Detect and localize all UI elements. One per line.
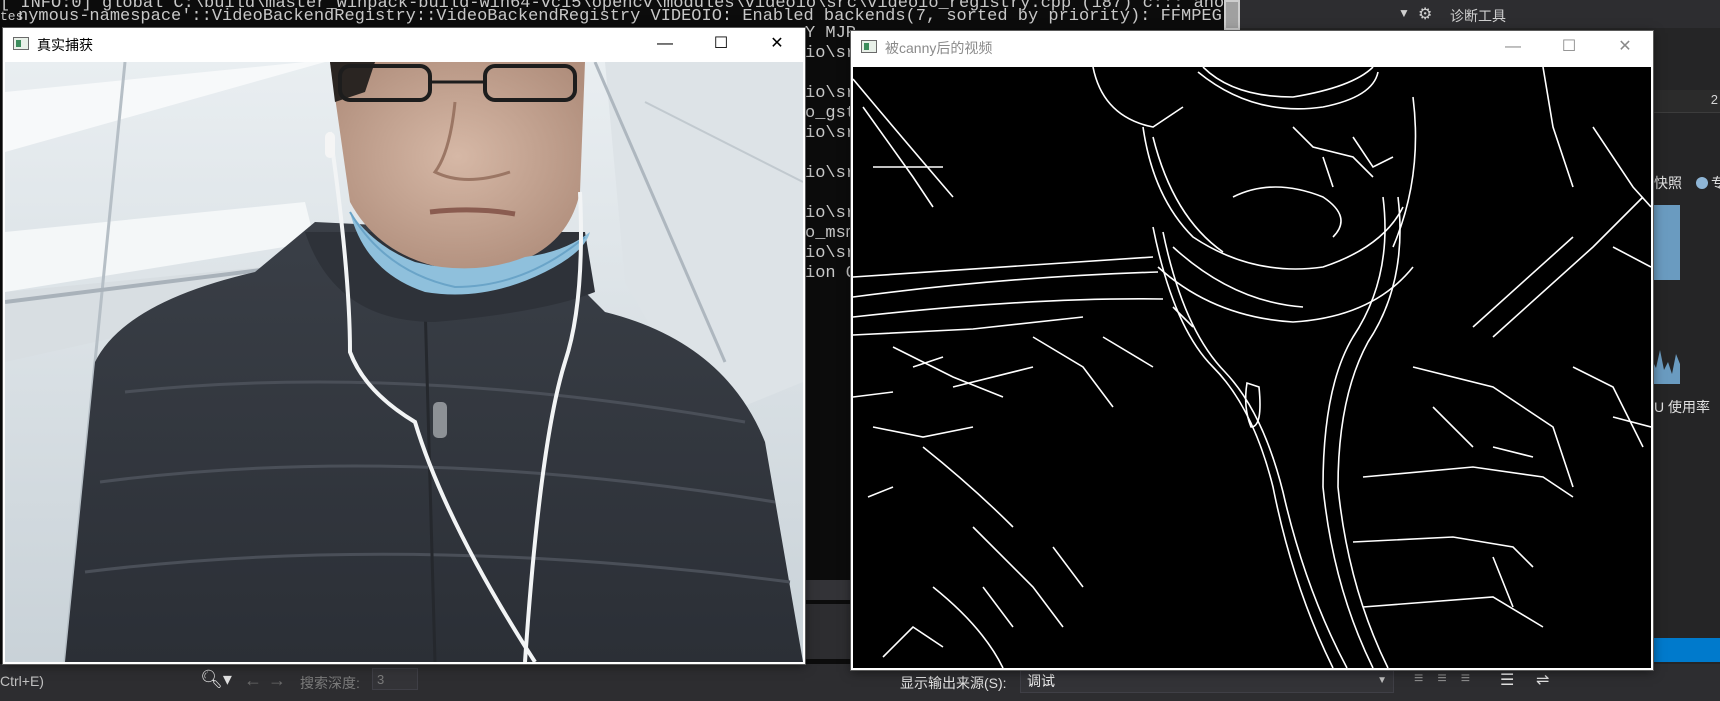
maximize-button[interactable]: ☐ <box>693 28 749 60</box>
memory-legend: 快照 专用 <box>1654 173 1720 193</box>
search-toolbar: Ctrl+E) 🔍︎▾ ←→ 搜索深度: 3 <box>0 664 880 701</box>
camera-frame <box>5 62 803 662</box>
output-source-select[interactable]: 调试 ▼ <box>1020 669 1394 693</box>
nav-arrows: ←→ <box>244 670 292 691</box>
arrow-right-icon[interactable]: → <box>268 670 292 690</box>
cpu-graph <box>1652 350 1680 384</box>
window-titlebar[interactable]: 被canny后的视频 — ☐ ✕ <box>851 31 1653 63</box>
window-title: 真实捕获 <box>37 37 93 53</box>
scrollbar-thumb[interactable] <box>1226 2 1238 28</box>
clear-all-icon[interactable]: ☰ <box>1500 670 1514 690</box>
console-fragment: io\sr <box>805 204 857 223</box>
app-icon <box>861 40 877 53</box>
search-icon[interactable]: 🔍︎▾ <box>200 669 232 690</box>
window-titlebar[interactable]: 真实捕获 — ☐ ✕ <box>3 28 805 60</box>
console-fragment: o_gst <box>805 104 857 123</box>
arrow-left-icon[interactable]: ← <box>244 670 268 690</box>
gear-icon[interactable]: ⚙ <box>1418 4 1432 24</box>
camera-image <box>5 62 803 662</box>
legend-private: 专用 <box>1711 175 1720 191</box>
canny-frame <box>853 67 1651 668</box>
minimize-button[interactable]: — <box>637 28 693 60</box>
timeline-ruler: 2 <box>1654 90 1720 113</box>
console-scrollbar[interactable] <box>1224 0 1240 30</box>
console-fragment: o_msm <box>805 224 857 243</box>
console-fragment: io\sr <box>805 124 857 143</box>
outdent-icon[interactable]: ≡ <box>1461 670 1484 687</box>
console-fragment: io\sr <box>805 84 857 103</box>
word-wrap-icon[interactable]: ⇌ <box>1536 670 1549 690</box>
chevron-down-icon[interactable]: ▼ <box>1398 6 1410 20</box>
console-fragment: Y MJP <box>805 24 857 43</box>
console-fragment: io\sr <box>805 244 857 263</box>
diagnostics-title: 诊断工具 <box>1450 8 1506 24</box>
output-source-value: 调试 <box>1027 673 1055 689</box>
console-line-2: nymous-namespace'::VideoBackendRegistry:… <box>18 7 1240 26</box>
diagnostics-header: ▼ ⚙ 诊断工具 <box>1240 0 1720 28</box>
console-fragment: ion O <box>805 264 857 283</box>
indent-icon[interactable]: ≡ <box>1437 670 1460 687</box>
canny-video-window: 被canny后的视频 — ☐ ✕ <box>851 31 1653 670</box>
console-side-prefix: tes <box>0 9 24 24</box>
cpu-usage-label: U 使用率 <box>1654 399 1710 415</box>
canny-edge-image <box>853 67 1651 668</box>
window-title: 被canny后的视频 <box>885 40 993 56</box>
console-fragment: io\sr <box>805 44 857 63</box>
close-button[interactable]: ✕ <box>1597 31 1653 63</box>
memory-graph-bar <box>1652 205 1680 280</box>
output-tools: ≡≡≡ <box>1414 670 1484 688</box>
legend-dot-icon <box>1696 177 1708 189</box>
search-depth-select[interactable]: 3 <box>372 668 418 690</box>
real-capture-window: 真实捕获 — ☐ ✕ <box>3 28 805 664</box>
legend-snapshot: 快照 <box>1654 175 1682 191</box>
search-depth-label: 搜索深度: <box>300 675 360 691</box>
timeline-scale-value: 2 <box>1710 92 1718 107</box>
maximize-button[interactable]: ☐ <box>1541 31 1597 63</box>
console-fragment: io\sr <box>805 164 857 183</box>
close-button[interactable]: ✕ <box>749 28 805 60</box>
align-left-icon[interactable]: ≡ <box>1414 670 1437 687</box>
chevron-down-icon: ▼ <box>1377 675 1387 686</box>
search-shortcut-hint[interactable]: Ctrl+E) <box>0 673 44 689</box>
minimize-button[interactable]: — <box>1485 31 1541 63</box>
app-icon <box>13 37 29 50</box>
output-source-label: 显示输出来源(S): <box>900 675 1007 691</box>
status-strip <box>1650 638 1720 662</box>
